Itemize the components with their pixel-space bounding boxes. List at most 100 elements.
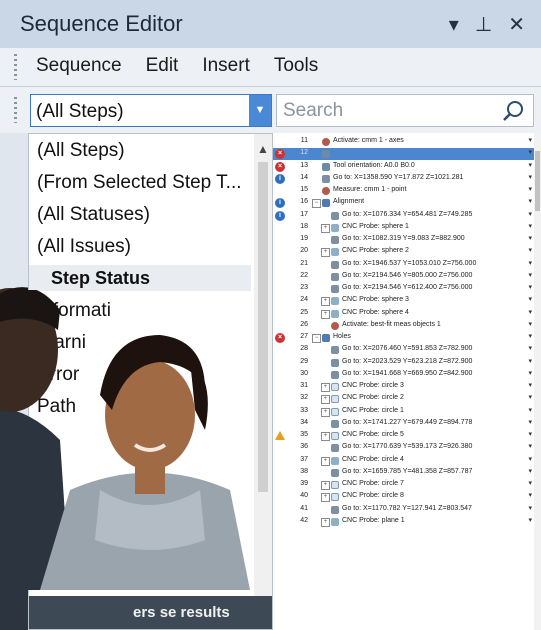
tree-step-row[interactable]: 32 + CNC Probe: circle 2 ▾ [272,393,534,405]
row-dropdown-icon[interactable]: ▾ [528,455,532,463]
step-tree[interactable]: 11 Activate: cmm 1 - axes ▾ × 12 ▾ × 13 Tool ori… [272,133,541,630]
tree-step-row[interactable]: 19 Go to: X=1082.319 Y=9.083 Z=882.900 ▾ [272,234,534,246]
tree-step-row[interactable]: 28 Go to: X=2076.460 Y=591.853 Z=782.900 ▾ [272,344,534,356]
chevron-down-icon[interactable]: ▼ [249,95,271,126]
expand-icon[interactable]: + [321,493,330,503]
expand-icon[interactable]: + [321,309,330,319]
expand-icon[interactable]: + [321,517,330,527]
tree-step-row[interactable]: i 14 Go to: X=1358.590 Y=17.872 Z=1021.281… [272,173,534,185]
collapse-icon[interactable]: − [312,199,321,209]
tree-step-row[interactable]: 36 Go to: X=1770.639 Y=539.173 Z=926.380 ▾ [272,442,534,454]
tree-step-row[interactable]: i 17 Go to: X=1076.334 Y=654.481 Z=749.285… [272,210,534,222]
tree-step-row[interactable]: 41 Go to: X=1170.782 Y=127.941 Z=803.547 ▾ [272,504,534,516]
row-dropdown-icon[interactable]: ▾ [528,393,532,401]
tree-step-row[interactable]: 24 + CNC Probe: sphere 3 ▾ [272,295,534,307]
row-dropdown-icon[interactable]: ▾ [528,369,532,377]
row-dropdown-icon[interactable]: ▾ [528,344,532,352]
tree-step-row[interactable]: 34 Go to: X=1741.227 Y=679.449 Z=894.778 ▾ [272,418,534,430]
row-dropdown-icon[interactable]: ▾ [528,197,532,205]
row-dropdown-icon[interactable]: ▾ [528,222,532,230]
row-dropdown-icon[interactable]: ▾ [528,173,532,181]
row-dropdown-icon[interactable]: ▾ [528,161,532,169]
option-from-selected-step[interactable]: (From Selected Step T... [37,172,242,194]
tree-step-row[interactable]: 22 Go to: X=2194.546 Y=805.000 Z=756.000 ▾ [272,271,534,283]
tree-step-row[interactable]: 38 Go to: X=1659.785 Y=481.358 Z=857.787 ▾ [272,467,534,479]
row-dropdown-icon[interactable]: ▾ [528,185,532,193]
row-dropdown-icon[interactable]: ▾ [528,504,532,512]
row-dropdown-icon[interactable]: ▾ [528,442,532,450]
tree-step-row[interactable]: × 12 ▾ [272,148,534,161]
tree-step-row[interactable]: 23 Go to: X=2194.546 Y=612.400 Z=756.000 ▾ [272,283,534,295]
tree-step-row[interactable]: i 16− Alignment ▾ [272,197,534,209]
tree-step-row[interactable]: 26 Activate: best-fit meas objects 1 ▾ [272,320,534,332]
row-dropdown-icon[interactable]: ▾ [528,430,532,438]
expand-icon[interactable]: + [321,248,330,258]
tree-step-row[interactable]: 21 Go to: X=1946.537 Y=1053.010 Z=756.000… [272,259,534,271]
row-dropdown-icon[interactable]: ▾ [528,491,532,499]
tree-step-row[interactable]: 15 Measure: cmm 1 - point ▾ [272,185,534,197]
option-all-steps[interactable]: (All Steps) [37,140,125,162]
menu-tools[interactable]: Tools [274,55,318,77]
option-all-issues[interactable]: (All Issues) [37,236,131,258]
expand-icon[interactable]: + [321,432,330,441]
option-all-statuses[interactable]: (All Statuses) [37,204,150,226]
tree-step-row[interactable]: × 13 Tool orientation: A0.0 B0.0 ▾ [272,161,534,173]
row-dropdown-icon[interactable]: ▾ [528,234,532,242]
row-dropdown-icon[interactable]: ▾ [528,406,532,414]
expand-icon[interactable]: + [321,407,330,417]
row-dropdown-icon[interactable]: ▾ [528,467,532,475]
row-dropdown-icon[interactable]: ▾ [528,271,532,279]
tree-step-row[interactable]: 11 Activate: cmm 1 - axes ▾ [272,136,534,148]
expand-icon[interactable]: + [321,481,330,490]
row-dropdown-icon[interactable]: ▾ [528,418,532,426]
search-icon[interactable] [501,99,525,123]
row-dropdown-icon[interactable]: ▾ [528,332,532,340]
tree-step-row[interactable]: 20 + CNC Probe: sphere 2 ▾ [272,246,534,258]
tree-step-row[interactable]: 37 + CNC Probe: circle 4 ▾ [272,455,534,467]
tree-step-row[interactable]: 33 + CNC Probe: circle 1 ▾ [272,406,534,418]
row-dropdown-icon[interactable]: ▾ [528,136,532,144]
row-dropdown-icon[interactable]: ▾ [528,381,532,389]
tree-step-row[interactable]: 29 Go to: X=2023.529 Y=623.218 Z=872.900 ▾ [272,357,534,369]
tree-step-row[interactable]: × 27− Holes ▾ [272,332,534,344]
row-dropdown-icon[interactable]: ▾ [528,357,532,365]
tree-step-row[interactable]: 25 + CNC Probe: sphere 4 ▾ [272,308,534,320]
tree-scroll-thumb[interactable] [535,151,540,211]
menu-bar: Sequence Edit Insert Tools [0,48,541,87]
search-input[interactable]: Search [276,94,534,127]
menu-sequence[interactable]: Sequence [36,55,122,77]
menu-edit[interactable]: Edit [146,55,179,77]
tree-step-row[interactable]: 42 + CNC Probe: plane 1 ▾ [272,516,534,528]
row-dropdown-icon[interactable]: ▾ [528,295,532,303]
close-icon[interactable]: ✕ [508,12,525,37]
pin-icon[interactable]: ⊥ [475,12,492,37]
expand-icon[interactable]: + [321,456,330,466]
step-filter-combo[interactable]: (All Steps) ▼ [30,94,272,127]
row-dropdown-icon[interactable]: ▾ [528,259,532,267]
menu-insert[interactable]: Insert [202,55,250,77]
tree-step-row[interactable]: 39 + CNC Probe: circle 7 ▾ [272,479,534,491]
row-dropdown-icon[interactable]: ▾ [528,479,532,487]
tree-step-row[interactable]: 30 Go to: X=1941.668 Y=669.950 Z=842.900 ▾ [272,369,534,381]
expand-icon[interactable]: + [321,383,330,392]
chevron-up-icon[interactable]: ▲ [257,142,269,156]
tree-step-row[interactable]: 18 + CNC Probe: sphere 1 ▾ [272,222,534,234]
row-dropdown-icon[interactable]: ▾ [528,148,532,156]
row-dropdown-icon[interactable]: ▾ [528,283,532,291]
collapse-icon[interactable]: − [312,334,321,343]
expand-icon[interactable]: + [321,395,330,405]
expand-icon[interactable]: + [321,223,330,233]
toolbar-grip-icon[interactable] [14,97,17,123]
dropdown-arrow-icon[interactable]: ▾ [449,12,459,37]
row-dropdown-icon[interactable]: ▾ [528,516,532,524]
row-dropdown-icon[interactable]: ▾ [528,210,532,218]
tree-step-row[interactable]: 31 + CNC Probe: circle 3 ▾ [272,381,534,393]
tree-step-row[interactable]: 35 + CNC Probe: circle 5 ▾ [272,430,534,442]
tree-scrollbar[interactable] [534,133,541,630]
toolbar-grip-icon[interactable] [14,54,17,80]
expand-icon[interactable]: + [321,297,330,307]
tree-step-row[interactable]: 40 + CNC Probe: circle 8 ▾ [272,491,534,503]
row-dropdown-icon[interactable]: ▾ [528,246,532,254]
row-dropdown-icon[interactable]: ▾ [528,320,532,328]
row-dropdown-icon[interactable]: ▾ [528,308,532,316]
